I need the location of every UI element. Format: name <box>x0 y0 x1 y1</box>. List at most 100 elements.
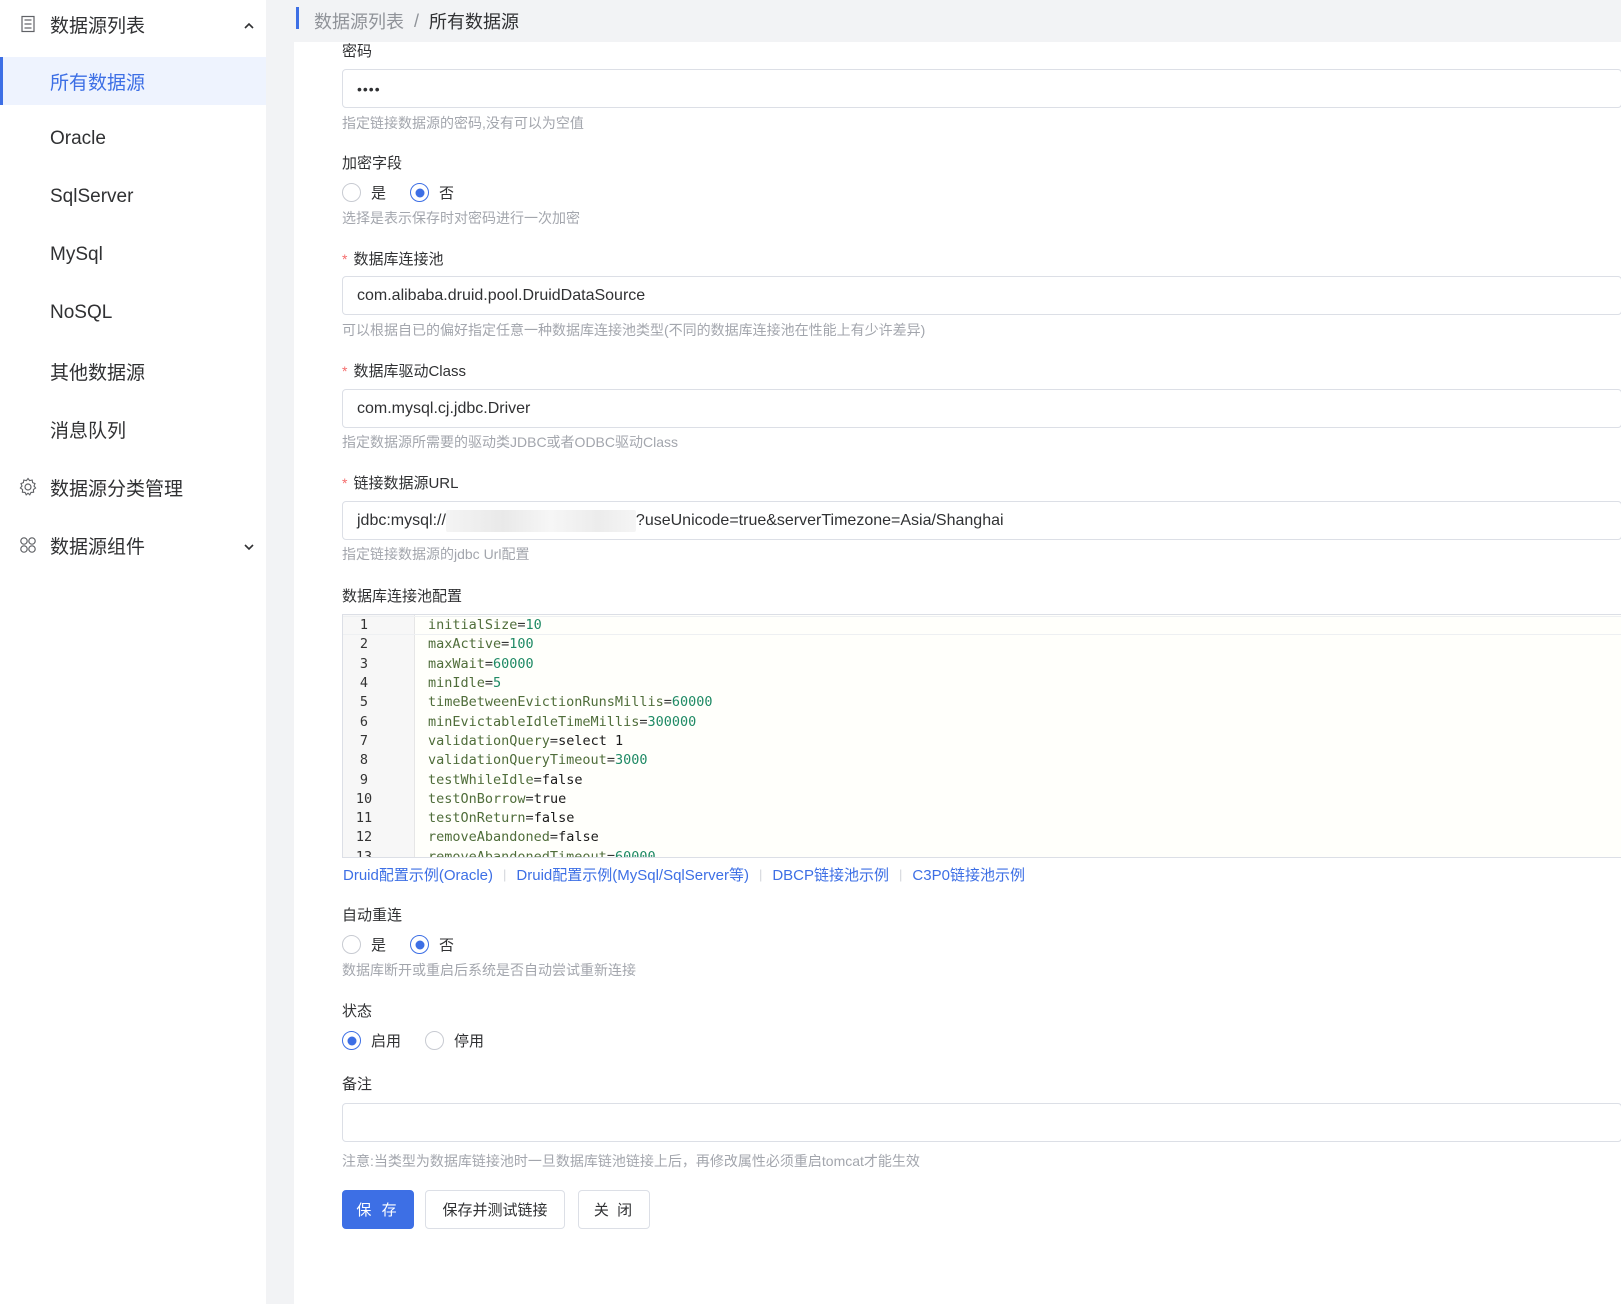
editor-line: 8 validationQueryTimeout=3000 <box>343 751 1621 770</box>
editor-line-number: 11 <box>355 810 373 827</box>
status-option-disabled[interactable]: 停用 <box>425 1030 484 1051</box>
config-equals: = <box>606 752 615 769</box>
link-dbcp[interactable]: DBCP链接池示例 <box>772 864 889 885</box>
breadcrumb-parent[interactable]: 数据源列表 <box>314 8 404 34</box>
driver-field[interactable]: com.mysql.cj.jdbc.Driver <box>342 389 1621 428</box>
editor-line: 4 minIdle=5 <box>343 673 1621 692</box>
sidebar-item-label: 消息队列 <box>50 420 127 442</box>
config-key: removeAbandonedTimeout <box>428 848 607 858</box>
sidebar-item-category-management[interactable]: 数据源分类管理 <box>0 463 266 511</box>
config-key: testWhileIdle <box>428 771 534 788</box>
config-equals: = <box>549 829 559 846</box>
editor-line-code: minIdle=5 <box>428 675 501 691</box>
editor-line-number: 8 <box>359 752 369 769</box>
radio-circle[interactable] <box>342 183 361 202</box>
password-field[interactable]: •••• <box>342 69 1621 108</box>
radio-label: 是 <box>371 185 387 202</box>
editor-line: 7 validationQuery=select 1 <box>343 731 1621 750</box>
config-value: 100 <box>509 636 534 653</box>
sidebar-item-label: SqlServer <box>50 186 134 207</box>
sidebar-item-oracle[interactable]: Oracle <box>0 115 266 163</box>
config-key: testOnReturn <box>428 810 526 827</box>
config-key: testOnBorrow <box>428 790 526 807</box>
required-mark: * <box>342 251 348 267</box>
radio-circle-selected[interactable] <box>342 1031 361 1050</box>
remark-help: 注意:当类型为数据库链接池时一旦数据库链池链接上后，再修改属性必须重启tomca… <box>342 1153 920 1169</box>
radio-circle[interactable] <box>425 1031 445 1050</box>
editor-line-code: initialSize=10 <box>428 617 542 633</box>
encrypt-option-yes[interactable]: 是 <box>342 182 386 203</box>
pool-label: * 数据库连接池 <box>342 248 443 269</box>
editor-line: 12 removeAbandoned=false <box>343 828 1621 847</box>
breadcrumb-bar: 数据源列表 / 所有数据源 <box>294 0 1621 42</box>
reconnect-option-yes[interactable]: 是 <box>342 934 386 955</box>
list-icon <box>18 14 38 34</box>
sidebar-item-all-datasources[interactable]: 所有数据源 <box>0 57 266 105</box>
config-key: maxWait <box>428 655 485 672</box>
radio-circle-selected[interactable] <box>410 183 430 202</box>
sidebar-item-mysql[interactable]: MySql <box>0 231 266 279</box>
editor-line-code: validationQueryTimeout=3000 <box>428 752 647 768</box>
link-c3p0[interactable]: C3P0链接池示例 <box>912 864 1025 885</box>
sidebar-item-sqlserver[interactable]: SqlServer <box>0 173 266 221</box>
reconnect-help: 数据库断开或重启后系统是否自动尝试重新连接 <box>342 962 636 978</box>
pool-field[interactable]: com.alibaba.druid.pool.DruidDataSource <box>342 276 1621 315</box>
sidebar-item-other-datasources[interactable]: 其他数据源 <box>0 347 266 395</box>
status-option-enabled[interactable]: 启用 <box>342 1030 401 1051</box>
pool-help: 可以根据自已的偏好指定任意一种数据库连接池类型(不同的数据库连接池在性能上有少许… <box>342 322 926 338</box>
config-key: minIdle <box>428 675 485 692</box>
radio-label: 停用 <box>454 1033 485 1050</box>
editor-line: 1 initialSize=10 <box>343 615 1621 635</box>
sidebar-group-components[interactable]: 数据源组件 <box>0 521 266 569</box>
reconnect-label: 自动重连 <box>342 907 403 924</box>
remark-field[interactable] <box>342 1103 1621 1142</box>
pool-value: com.alibaba.druid.pool.DruidDataSource <box>357 286 646 304</box>
pool-config-editor[interactable]: 1 initialSize=10 2 maxActive=100 3 maxWait=60… <box>342 614 1621 858</box>
close-button[interactable]: 关 闭 <box>578 1190 650 1229</box>
sidebar-item-label: 数据源分类管理 <box>50 478 184 500</box>
remark-label: 备注 <box>342 1076 373 1093</box>
encrypt-option-no[interactable]: 否 <box>410 182 454 203</box>
sidebar-item-message-queue[interactable]: 消息队列 <box>0 405 266 453</box>
sidebar-group-label: 数据源组件 <box>50 536 146 558</box>
pool-label-text: 数据库连接池 <box>353 251 444 268</box>
sidebar-item-nosql[interactable]: NoSQL <box>0 289 266 337</box>
pool-config-example-links: Druid配置示例(Oracle) | Druid配置示例(MySql/SqlS… <box>343 864 1025 885</box>
link-separator: | <box>758 867 763 882</box>
config-equals: = <box>525 790 534 807</box>
sidebar-item-label: Oracle <box>50 128 106 149</box>
editor-line: 9 testWhileIdle=false <box>343 770 1621 789</box>
radio-label: 是 <box>371 937 387 954</box>
editor-line: 11 testOnReturn=false <box>343 809 1621 828</box>
url-field[interactable]: jdbc:mysql:// ?useUnicode=true&serverTim… <box>342 501 1621 540</box>
editor-line-number: 10 <box>355 790 373 807</box>
sidebar-group-datasource-list[interactable]: 数据源列表 <box>0 0 266 48</box>
radio-label: 否 <box>439 937 455 954</box>
url-redacted-host <box>445 509 636 532</box>
link-druid-oracle[interactable]: Druid配置示例(Oracle) <box>343 864 493 885</box>
url-suffix: ?useUnicode=true&serverTimezone=Asia/Sha… <box>635 511 1004 529</box>
editor-line-code: timeBetweenEvictionRunsMillis=60000 <box>428 694 712 710</box>
reconnect-option-no[interactable]: 否 <box>410 934 454 955</box>
url-label-text: 链接数据源URL <box>353 475 459 492</box>
datasource-form: 密码 •••• 指定链接数据源的密码,没有可以为空值 加密字段 是 否 选择是表… <box>294 42 1621 1304</box>
save-button[interactable]: 保 存 <box>342 1190 414 1229</box>
link-druid-mysql[interactable]: Druid配置示例(MySql/SqlServer等) <box>516 864 749 885</box>
radio-circle-selected[interactable] <box>410 935 430 954</box>
status-label: 状态 <box>342 1003 373 1020</box>
breadcrumb-separator: / <box>414 10 420 31</box>
editor-line-code: maxWait=60000 <box>428 656 534 672</box>
editor-line-number: 5 <box>359 694 369 711</box>
editor-line-code: maxActive=100 <box>428 636 534 652</box>
save-and-test-button[interactable]: 保存并测试链接 <box>425 1190 565 1229</box>
editor-line: 6 minEvictableIdleTimeMillis=300000 <box>343 712 1621 731</box>
radio-circle[interactable] <box>342 935 361 954</box>
config-equals: = <box>484 675 494 692</box>
config-equals: = <box>525 810 534 827</box>
sidebar-item-label: MySql <box>50 244 103 265</box>
breadcrumb-current: 所有数据源 <box>429 12 520 32</box>
required-mark: * <box>342 475 348 491</box>
config-equals: = <box>663 694 672 711</box>
sidebar-item-label: NoSQL <box>50 302 113 323</box>
editor-line-code: testOnReturn=false <box>428 810 574 826</box>
